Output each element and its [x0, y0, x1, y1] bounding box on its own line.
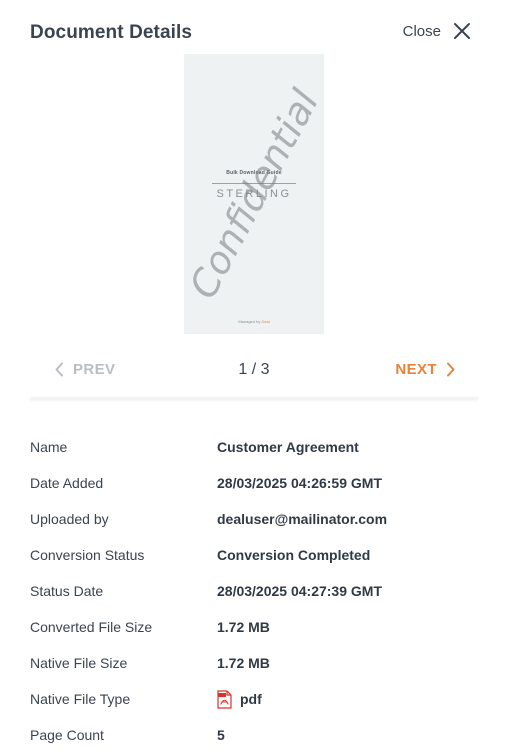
detail-row-native-file-size: Native File Size 1.72 MB: [30, 645, 478, 681]
chevron-left-icon: [55, 362, 63, 377]
pdf-file-icon: [217, 689, 232, 709]
page-navigator: PREV 1 / 3 NEXT: [30, 350, 478, 390]
preview-footer: Managed by Deal: [184, 319, 324, 324]
document-preview-thumbnail[interactable]: Bulk Download Guide STERLING Managed by …: [184, 54, 324, 334]
detail-value: 28/03/2025 04:26:59 GMT: [217, 475, 382, 491]
detail-row-status-date: Status Date 28/03/2025 04:27:39 GMT: [30, 573, 478, 609]
file-type-text: pdf: [240, 691, 262, 707]
detail-row-native-file-type: Native File Type pdf: [30, 681, 478, 717]
close-label: Close: [402, 22, 441, 40]
detail-row-date-added: Date Added 28/03/2025 04:26:59 GMT: [30, 465, 478, 501]
detail-value: Conversion Completed: [217, 547, 371, 563]
preview-footer-accent: Deal: [261, 319, 270, 324]
detail-label: Date Added: [30, 475, 104, 491]
close-button[interactable]: Close: [403, 22, 471, 40]
detail-label: Converted File Size: [30, 619, 153, 635]
section-divider: [30, 397, 478, 400]
detail-value: 1.72 MB: [217, 619, 270, 635]
detail-label: Conversion Status: [30, 547, 145, 563]
detail-label: Name: [30, 439, 68, 455]
detail-value: pdf: [217, 689, 262, 709]
dialog-title: Document Details: [30, 22, 193, 43]
detail-row-name: Name Customer Agreement: [30, 429, 478, 465]
next-label: NEXT: [395, 361, 437, 378]
detail-row-converted-file-size: Converted File Size 1.72 MB: [30, 609, 478, 645]
detail-value: 28/03/2025 04:27:39 GMT: [217, 583, 382, 599]
detail-label: Native File Size: [30, 655, 128, 671]
close-icon: [454, 23, 470, 39]
detail-value: dealuser@mailinator.com: [217, 511, 388, 527]
dialog-header: Document Details Close: [0, 0, 505, 60]
detail-label: Page Count: [30, 727, 104, 743]
detail-row-uploaded-by: Uploaded by dealuser@mailinator.com: [30, 501, 478, 537]
detail-value: 1.72 MB: [217, 655, 270, 671]
details-list: Name Customer Agreement Date Added 28/03…: [30, 429, 478, 753]
detail-label: Uploaded by: [30, 511, 109, 527]
detail-value: 5: [217, 727, 225, 743]
next-button[interactable]: NEXT: [395, 361, 456, 378]
detail-label: Status Date: [30, 583, 104, 599]
prev-label: PREV: [73, 361, 116, 378]
detail-row-page-count: Page Count 5: [30, 717, 478, 753]
detail-value: Customer Agreement: [217, 439, 359, 455]
chevron-right-icon: [447, 362, 455, 377]
prev-button[interactable]: PREV: [54, 361, 115, 378]
preview-footer-prefix: Managed by: [238, 319, 261, 324]
detail-label: Native File Type: [30, 691, 131, 707]
detail-row-conversion-status: Conversion Status Conversion Completed: [30, 537, 478, 573]
